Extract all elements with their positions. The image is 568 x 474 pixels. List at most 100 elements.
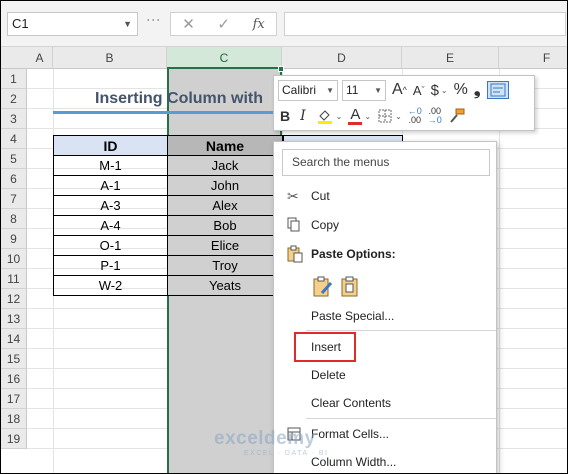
row-header[interactable]: 2 [1,89,27,109]
row-header[interactable]: 19 [1,429,27,449]
cell-id[interactable]: M-1 [53,155,168,176]
cell-name[interactable]: Alex [167,195,283,216]
wrap-text-icon [490,83,506,97]
name-box[interactable]: C1 ▼ [7,12,138,36]
column-header-c[interactable]: C [167,47,282,69]
formula-bar: C1 ▼ ⋮ ✕ ✓ fx [1,1,567,47]
menu-item-label: Paste Options: [311,247,396,261]
row-header[interactable]: 9 [1,229,27,249]
paste-option-icon[interactable] [312,276,334,298]
row-header[interactable]: 3 [1,109,27,129]
menu-item-label: Delete [311,368,346,382]
wrap-text-button[interactable] [486,81,509,99]
font-size-select[interactable]: 11 ▼ [342,79,386,101]
copy-icon [287,213,301,240]
chevron-down-icon: ⌄ [395,111,402,121]
borders-button[interactable]: ⌄ [377,108,402,124]
paste-values-icon[interactable] [340,276,362,298]
cell-id[interactable]: A-3 [53,195,168,216]
menu-item-paste-special[interactable]: Paste Special... [274,304,496,328]
increase-decimal-button[interactable]: ←0 .00 [408,107,422,125]
watermark-brand: exceldemy [214,428,316,449]
cell-name[interactable]: Yeats [167,275,283,296]
cell-name[interactable]: Elice [167,235,283,256]
cell-name[interactable]: Bob [167,215,283,236]
fill-handle[interactable] [278,66,284,72]
cell-id[interactable]: A-4 [53,215,168,236]
percent-icon: % [453,81,468,98]
menu-separator [306,418,496,419]
more-options-icon[interactable]: ⋮ [146,13,162,28]
formula-input[interactable] [284,12,566,36]
name-box-value: C1 [12,16,29,31]
insert-function-icon[interactable]: fx [253,17,265,32]
title-underline [53,111,273,114]
currency-button[interactable]: $ ⌄ [431,82,448,99]
comma-style-button[interactable]: ❟ [474,80,481,100]
column-header-b[interactable]: B [53,47,167,69]
row-header[interactable]: 10 [1,249,27,269]
cell-name[interactable]: Troy [167,255,283,276]
font-name-select[interactable]: Calibri ▼ [278,79,338,101]
excel-window: C1 ▼ ⋮ ✕ ✓ fx A B C D E F 1 2 3 4 5 6 7 8 9 10 11 1… [0,0,568,474]
menu-item-label: Copy [311,218,340,232]
format-painter-button[interactable] [448,107,466,125]
percent-button[interactable]: % [454,81,468,99]
header-name[interactable]: Name [167,135,283,156]
italic-button[interactable]: I [300,108,306,124]
row-header[interactable]: 5 [1,149,27,169]
chevron-down-icon: ⌄ [364,111,372,121]
row-header[interactable]: 14 [1,329,27,349]
search-menus-input[interactable]: Search the menus [282,149,490,176]
menu-item-label: Paste Special... [311,309,395,323]
row-header[interactable]: 4 [1,129,27,149]
menu-item-cut[interactable]: ✂ Cut [274,184,496,208]
context-menu: Search the menus ✂ Cut Copy Paste Option… [273,141,497,473]
column-header-f[interactable]: F [499,47,567,69]
cell-name[interactable]: John [167,175,283,196]
cell-id[interactable]: P-1 [53,255,168,276]
table-row: A-3 Alex [53,195,283,216]
menu-item-copy[interactable]: Copy [274,213,496,237]
shrink-font-icon: A [412,82,422,98]
row-header[interactable]: 7 [1,189,27,209]
shrink-font-button[interactable]: Aˇ [413,83,425,98]
comma-icon: ❟ [473,80,481,99]
enter-icon[interactable]: ✓ [217,15,230,33]
bold-button[interactable]: B [280,108,290,124]
row-header[interactable]: 15 [1,349,27,369]
row-header[interactable]: 11 [1,269,27,289]
chevron-down-icon: ▼ [374,85,382,95]
row-header[interactable]: 18 [1,409,27,429]
menu-item-delete[interactable]: Delete [274,363,496,387]
grow-font-button[interactable]: A ^ [392,81,407,99]
cell-id[interactable]: W-2 [53,275,168,296]
row-header[interactable]: 1 [1,69,27,89]
mini-toolbar: Calibri ▼ 11 ▼ A ^ Aˇ $ ⌄ % ❟ B I ⌄ A ⌄ … [273,75,535,131]
menu-item-label: Column Width... [311,455,397,469]
column-header-e[interactable]: E [402,47,499,69]
menu-item-clear-contents[interactable]: Clear Contents [274,391,496,415]
menu-separator [306,330,496,331]
cancel-icon[interactable]: ✕ [182,15,195,33]
paint-bucket-icon [317,110,332,124]
decrease-decimal-button[interactable]: .00 →0 [428,107,442,125]
cell-name[interactable]: Jack [167,155,283,176]
font-color-button[interactable]: A ⌄ [348,107,372,125]
watermark-tagline: EXCEL · DATA · BI [244,450,329,457]
row-header[interactable]: 8 [1,209,27,229]
cell-id[interactable]: A-1 [53,175,168,196]
row-header[interactable]: 16 [1,369,27,389]
chevron-down-icon[interactable]: ▼ [123,13,132,35]
column-header-a[interactable]: A [27,47,53,69]
table-row: P-1 Troy [53,255,283,276]
row-header[interactable]: 12 [1,289,27,309]
row-header[interactable]: 17 [1,389,27,409]
column-header-d[interactable]: D [282,47,402,69]
header-id[interactable]: ID [53,135,168,156]
fill-color-button[interactable]: ⌄ [316,107,342,125]
cell-id[interactable]: O-1 [53,235,168,256]
row-header[interactable]: 13 [1,309,27,329]
menu-item-label: Clear Contents [311,396,392,410]
row-header[interactable]: 6 [1,169,27,189]
